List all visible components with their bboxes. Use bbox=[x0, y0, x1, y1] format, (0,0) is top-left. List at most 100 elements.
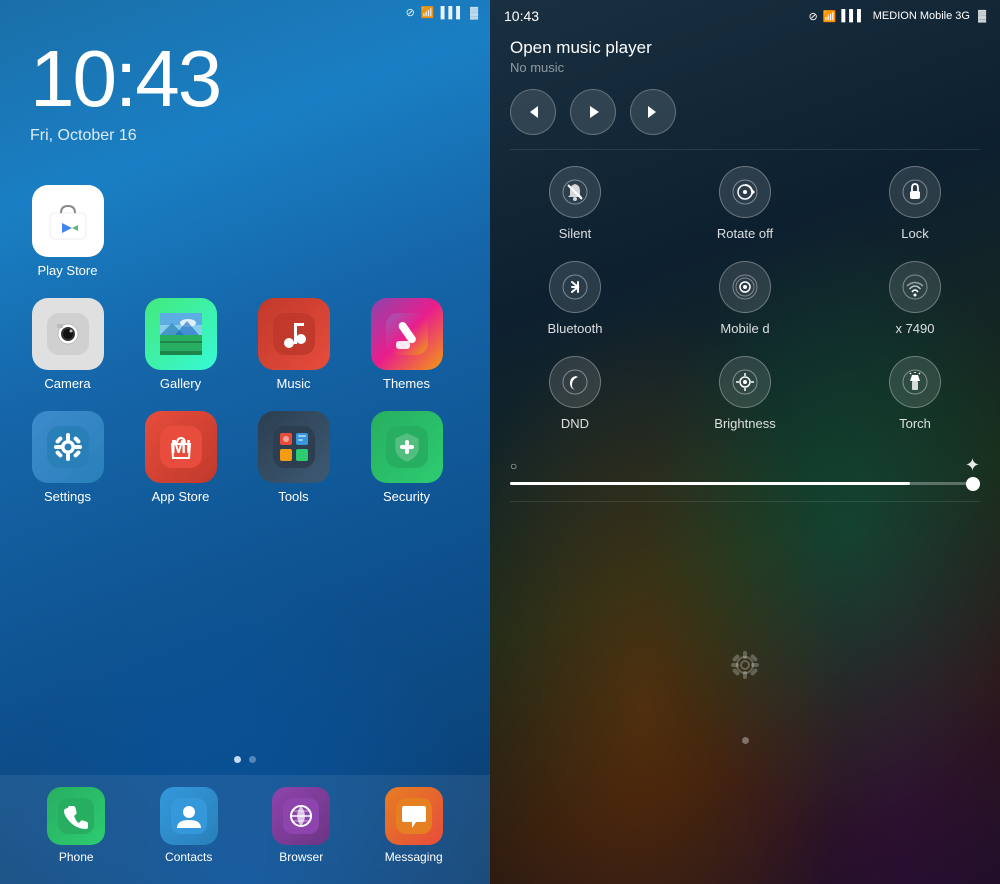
signal-icon: ⊘ bbox=[406, 6, 415, 19]
brightness-slider[interactable] bbox=[510, 482, 980, 485]
toggle-row-3: DND Brightness bbox=[510, 356, 980, 431]
brightness-fill bbox=[510, 482, 910, 485]
toggle-row-1: Silent Rotate off bbox=[510, 166, 980, 241]
music-label: Music bbox=[277, 376, 311, 391]
themes-icon bbox=[371, 298, 443, 370]
music-player-title: Open music player bbox=[510, 38, 980, 58]
status-time: 10:43 bbox=[504, 8, 539, 24]
dock-messaging[interactable]: Messaging bbox=[385, 787, 443, 864]
app-themes[interactable]: Themes bbox=[359, 298, 454, 391]
bottom-right-section bbox=[490, 502, 1000, 884]
brightness-thumb[interactable] bbox=[966, 477, 980, 491]
app-security[interactable]: Security bbox=[359, 411, 454, 504]
settings-label: Settings bbox=[44, 489, 91, 504]
camera-icon bbox=[32, 298, 104, 370]
wifi-network-label: x 7490 bbox=[895, 321, 934, 336]
silent-label: Silent bbox=[559, 226, 592, 241]
mobile-data-label: Mobile d bbox=[720, 321, 769, 336]
dnd-label: DND bbox=[561, 416, 589, 431]
page-dot-1[interactable] bbox=[234, 756, 241, 763]
toggle-silent[interactable]: Silent bbox=[510, 166, 640, 241]
dock-phone[interactable]: Phone bbox=[47, 787, 105, 864]
app-row-0: Play Store bbox=[20, 185, 470, 278]
brightness-max-icon: ✦ bbox=[965, 455, 980, 476]
toggle-rotate[interactable]: Rotate off bbox=[680, 166, 810, 241]
brightness-toggle-icon bbox=[719, 356, 771, 408]
appstore-icon: MI bbox=[145, 411, 217, 483]
settings-gear-icon[interactable] bbox=[723, 643, 767, 697]
music-icon bbox=[258, 298, 330, 370]
toggle-wifi[interactable]: x 7490 bbox=[850, 261, 980, 336]
toggle-torch[interactable]: Torch bbox=[850, 356, 980, 431]
phone-icon bbox=[47, 787, 105, 845]
battery-icon: ▓ bbox=[470, 7, 478, 19]
toggle-mobile-data[interactable]: Mobile d bbox=[680, 261, 810, 336]
app-play-store[interactable]: Play Store bbox=[20, 185, 115, 278]
right-panel: 10:43 ⊘ 📶 ▌▌▌ MEDION Mobile 3G ▓ Open mu… bbox=[490, 0, 1000, 884]
app-tools[interactable]: Tools bbox=[246, 411, 341, 504]
app-camera[interactable]: Camera bbox=[20, 298, 115, 391]
toggle-brightness[interactable]: Brightness bbox=[680, 356, 810, 431]
app-row-2: Settings MI App Store bbox=[20, 411, 470, 504]
svg-text:MI: MI bbox=[171, 437, 191, 457]
toggle-lock[interactable]: Lock bbox=[850, 166, 980, 241]
toggle-dnd[interactable]: DND bbox=[510, 356, 640, 431]
lock-icon bbox=[889, 166, 941, 218]
toggle-row-2: Bluetooth Mobile d bbox=[510, 261, 980, 336]
app-gallery[interactable]: Gallery bbox=[133, 298, 228, 391]
camera-label: Camera bbox=[44, 376, 90, 391]
silent-icon bbox=[549, 166, 601, 218]
play-button[interactable] bbox=[570, 89, 616, 135]
status-icons-right: ⊘ 📶 ▌▌▌ MEDION Mobile 3G ▓ bbox=[808, 10, 986, 23]
clock-date: Fri, October 16 bbox=[30, 127, 460, 145]
play-store-label: Play Store bbox=[38, 263, 98, 278]
brightness-min-icon: ○ bbox=[510, 459, 517, 473]
page-dots bbox=[0, 748, 490, 775]
tools-label: Tools bbox=[278, 489, 308, 504]
lock-label: Lock bbox=[901, 226, 928, 241]
brightness-icons: ○ ✦ bbox=[510, 455, 980, 476]
messaging-label: Messaging bbox=[385, 850, 443, 864]
clock-area: 10:43 Fri, October 16 bbox=[0, 19, 490, 155]
browser-icon bbox=[272, 787, 330, 845]
dock-browser[interactable]: Browser bbox=[272, 787, 330, 864]
status-bar-right: 10:43 ⊘ 📶 ▌▌▌ MEDION Mobile 3G ▓ bbox=[490, 0, 1000, 28]
settings-icon bbox=[32, 411, 104, 483]
brightness-toggle-label: Brightness bbox=[714, 416, 775, 431]
status-bar-left: ⊘ 📶 ▌▌▌ ▓ bbox=[0, 0, 490, 19]
messaging-icon bbox=[385, 787, 443, 845]
app-row-1: Camera bbox=[20, 298, 470, 391]
appstore-label: App Store bbox=[152, 489, 210, 504]
page-dot-2[interactable] bbox=[249, 756, 256, 763]
gallery-label: Gallery bbox=[160, 376, 201, 391]
bottom-dock: Phone Contacts bbox=[0, 775, 490, 884]
network-icon: ▌▌▌ bbox=[441, 7, 464, 19]
mobile-data-icon bbox=[719, 261, 771, 313]
dnd-icon bbox=[549, 356, 601, 408]
next-button[interactable] bbox=[630, 89, 676, 135]
dock-contacts[interactable]: Contacts bbox=[160, 787, 218, 864]
tools-icon bbox=[258, 411, 330, 483]
signal-status-icon: ▌▌▌ bbox=[841, 10, 864, 22]
carrier-label: MEDION Mobile 3G bbox=[873, 10, 970, 22]
app-settings[interactable]: Settings bbox=[20, 411, 115, 504]
toggle-bluetooth[interactable]: Bluetooth bbox=[510, 261, 640, 336]
security-label: Security bbox=[383, 489, 430, 504]
phone-label: Phone bbox=[59, 850, 94, 864]
app-music[interactable]: Music bbox=[246, 298, 341, 391]
music-player-subtitle: No music bbox=[510, 60, 980, 75]
rotate-icon bbox=[719, 166, 771, 218]
browser-label: Browser bbox=[279, 850, 323, 864]
bottom-right-dot bbox=[742, 737, 749, 744]
play-store-icon bbox=[32, 185, 104, 257]
torch-icon bbox=[889, 356, 941, 408]
prev-button[interactable] bbox=[510, 89, 556, 135]
app-grid: Play Store Camera bbox=[0, 155, 490, 748]
gallery-icon bbox=[145, 298, 217, 370]
mute-status-icon: ⊘ bbox=[808, 10, 817, 23]
rotate-label: Rotate off bbox=[717, 226, 773, 241]
app-appstore[interactable]: MI App Store bbox=[133, 411, 228, 504]
battery-status-icon: ▓ bbox=[978, 10, 986, 22]
wifi-icon: 📶 bbox=[421, 6, 435, 19]
bluetooth-label: Bluetooth bbox=[548, 321, 603, 336]
